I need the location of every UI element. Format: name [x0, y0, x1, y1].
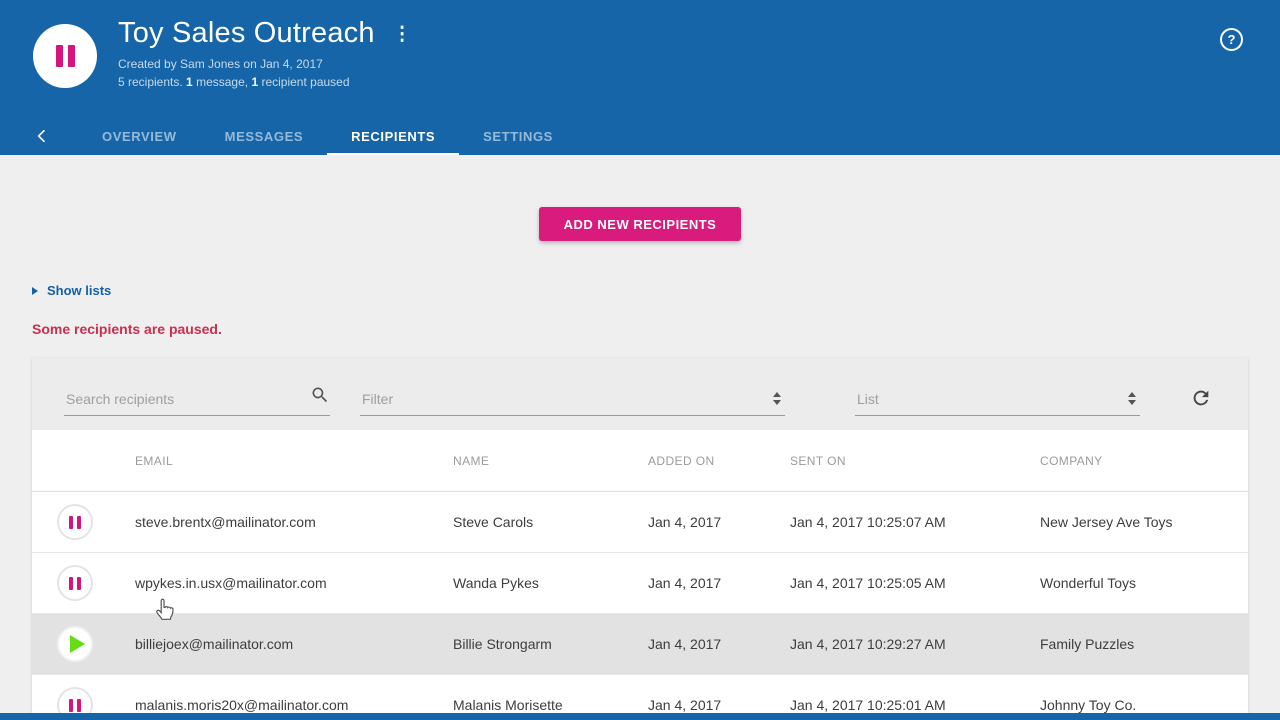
- column-header-added: ADDED ON: [648, 454, 790, 468]
- name-cell: Malanis Morisette: [453, 697, 648, 713]
- company-cell: Wonderful Toys: [1040, 575, 1248, 591]
- added-cell: Jan 4, 2017: [648, 697, 790, 713]
- pause-recipient-button[interactable]: [57, 504, 93, 540]
- recipients-card: Filter List EMAIL NAME ADDED ON SENT ON …: [32, 358, 1248, 713]
- sent-cell: Jan 4, 2017 10:29:27 AM: [790, 636, 1040, 652]
- pause-recipient-button[interactable]: [57, 687, 93, 713]
- email-cell: wpykes.in.usx@mailinator.com: [135, 575, 453, 591]
- stats-count: 1: [186, 75, 193, 89]
- name-cell: Billie Strongarm: [453, 636, 648, 652]
- name-cell: Wanda Pykes: [453, 575, 648, 591]
- title-block: Toy Sales Outreach ⋮ Created by Sam Jone…: [118, 17, 412, 89]
- company-cell: New Jersey Ave Toys: [1040, 514, 1248, 530]
- kebab-menu-icon[interactable]: ⋮: [393, 25, 412, 44]
- bottom-blue-bar: [0, 713, 1280, 720]
- added-cell: Jan 4, 2017: [648, 636, 790, 652]
- add-new-recipients-button[interactable]: ADD NEW RECIPIENTS: [539, 207, 742, 241]
- email-cell: billiejoex@mailinator.com: [135, 636, 453, 652]
- stats-text: 5 recipients.: [118, 75, 186, 89]
- back-chevron-icon[interactable]: [34, 117, 58, 155]
- campaign-stats: 5 recipients. 1 message, 1 recipient pau…: [118, 75, 412, 89]
- play-icon: [70, 635, 85, 653]
- sort-arrows-icon: [773, 392, 781, 405]
- company-cell: Johnny Toy Co.: [1040, 697, 1248, 713]
- sent-cell: Jan 4, 2017 10:25:01 AM: [790, 697, 1040, 713]
- pause-recipient-button[interactable]: [57, 565, 93, 601]
- pause-icon: [68, 45, 75, 67]
- email-cell: malanis.moris20x@mailinator.com: [135, 697, 453, 713]
- search-icon[interactable]: [310, 385, 330, 410]
- search-input[interactable]: [64, 391, 294, 415]
- table-header-row: EMAIL NAME ADDED ON SENT ON COMPANY: [32, 430, 1248, 492]
- column-header-name: NAME: [453, 454, 648, 468]
- created-by-line: Created by Sam Jones on Jan 4, 2017: [118, 57, 412, 71]
- email-cell: steve.brentx@mailinator.com: [135, 514, 453, 530]
- refresh-icon[interactable]: [1190, 387, 1212, 414]
- sent-cell: Jan 4, 2017 10:25:07 AM: [790, 514, 1040, 530]
- tab-messages[interactable]: MESSAGES: [201, 117, 327, 155]
- page-title: Toy Sales Outreach: [118, 17, 375, 50]
- tab-recipients[interactable]: RECIPIENTS: [327, 117, 459, 155]
- stats-text: message,: [193, 75, 252, 89]
- company-cell: Family Puzzles: [1040, 636, 1248, 652]
- table-row[interactable]: malanis.moris20x@mailinator.com Malanis …: [32, 675, 1248, 713]
- table-row[interactable]: billiejoex@mailinator.com Billie Stronga…: [32, 614, 1248, 675]
- tab-overview[interactable]: OVERVIEW: [78, 117, 201, 155]
- sort-arrows-icon: [1128, 392, 1136, 405]
- column-header-company: COMPANY: [1040, 454, 1248, 468]
- filter-placeholder: Filter: [362, 391, 393, 407]
- tab-settings[interactable]: SETTINGS: [459, 117, 577, 155]
- pause-icon: [56, 45, 63, 67]
- added-cell: Jan 4, 2017: [648, 514, 790, 530]
- name-cell: Steve Carols: [453, 514, 648, 530]
- show-lists-label: Show lists: [47, 283, 111, 298]
- tab-bar: OVERVIEW MESSAGES RECIPIENTS SETTINGS: [0, 117, 1280, 155]
- search-field: [64, 386, 330, 416]
- filter-dropdown[interactable]: Filter: [360, 386, 785, 416]
- list-dropdown[interactable]: List: [855, 386, 1140, 416]
- help-icon[interactable]: ?: [1220, 28, 1243, 51]
- stats-text: recipient paused: [258, 75, 349, 89]
- added-cell: Jan 4, 2017: [648, 575, 790, 591]
- column-header-email: EMAIL: [135, 454, 453, 468]
- campaign-avatar: [33, 24, 97, 88]
- table-toolbar: Filter List: [32, 358, 1248, 430]
- campaign-header: Toy Sales Outreach ⋮ Created by Sam Jone…: [0, 0, 1280, 155]
- list-placeholder: List: [857, 391, 879, 407]
- paused-warning-text: Some recipients are paused.: [32, 321, 1280, 337]
- sent-cell: Jan 4, 2017 10:25:05 AM: [790, 575, 1040, 591]
- triangle-right-icon: [32, 287, 38, 295]
- show-lists-toggle[interactable]: Show lists: [32, 283, 111, 298]
- table-row[interactable]: wpykes.in.usx@mailinator.com Wanda Pykes…: [32, 553, 1248, 614]
- resume-recipient-button[interactable]: [57, 626, 93, 662]
- table-row[interactable]: steve.brentx@mailinator.com Steve Carols…: [32, 492, 1248, 553]
- column-header-sent: SENT ON: [790, 454, 1040, 468]
